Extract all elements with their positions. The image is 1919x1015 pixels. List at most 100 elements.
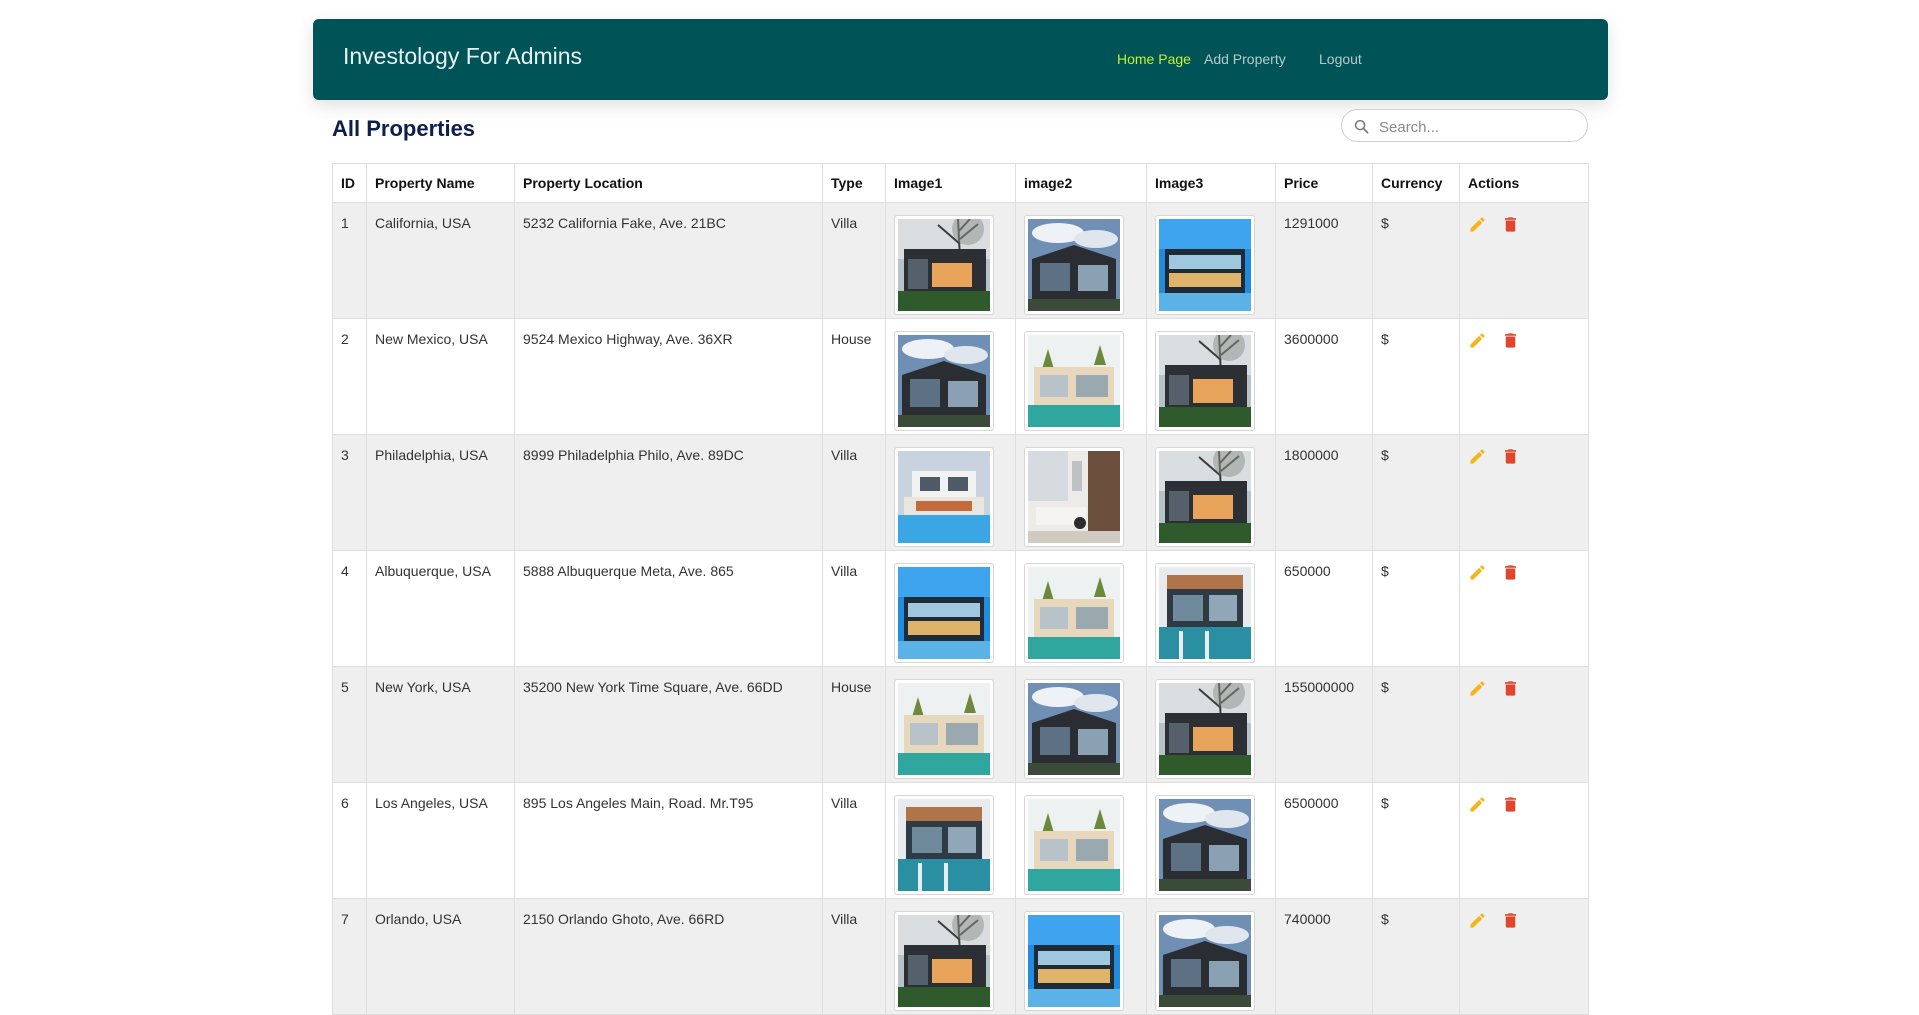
house-photo-icon: [1159, 451, 1251, 543]
property-image-thumbnail[interactable]: [1024, 911, 1124, 1011]
delete-trash-icon[interactable]: [1501, 447, 1520, 466]
delete-trash-icon[interactable]: [1501, 679, 1520, 698]
cell-type: Villa: [822, 550, 886, 667]
cell-property-location: 9524 Mexico Highway, Ave. 36XR: [514, 318, 823, 435]
nav-add-property[interactable]: Add Property: [1204, 51, 1286, 67]
cell-currency: $: [1372, 782, 1460, 899]
brand-title[interactable]: Investology For Admins: [343, 43, 582, 70]
delete-trash-icon[interactable]: [1501, 215, 1520, 234]
cell-property-name: New York, USA: [366, 666, 515, 783]
table-row: 1 California, USA 5232 California Fake, Av…: [332, 202, 1589, 319]
house-photo-icon: [1159, 567, 1251, 659]
cell-property-name: Orlando, USA: [366, 898, 515, 1015]
cell-image2: [1015, 434, 1147, 551]
cell-property-location: 895 Los Angeles Main, Road. Mr.T95: [514, 782, 823, 899]
cell-price: 3600000: [1275, 318, 1373, 435]
property-image-thumbnail[interactable]: [894, 563, 994, 663]
search-box: [1341, 109, 1588, 142]
edit-pencil-icon[interactable]: [1468, 215, 1487, 234]
edit-pencil-icon[interactable]: [1468, 795, 1487, 814]
cell-image3: [1146, 666, 1276, 783]
property-image-thumbnail[interactable]: [1024, 563, 1124, 663]
delete-trash-icon[interactable]: [1501, 331, 1520, 350]
header-property-location: Property Location: [514, 163, 823, 203]
edit-pencil-icon[interactable]: [1468, 331, 1487, 350]
house-photo-icon: [1028, 335, 1120, 427]
cell-image1: [885, 782, 1016, 899]
property-image-thumbnail[interactable]: [894, 795, 994, 895]
cell-property-location: 35200 New York Time Square, Ave. 66DD: [514, 666, 823, 783]
delete-trash-icon[interactable]: [1501, 795, 1520, 814]
cell-type: House: [822, 318, 886, 435]
cell-currency: $: [1372, 898, 1460, 1015]
cell-price: 740000: [1275, 898, 1373, 1015]
cell-property-location: 5888 Albuquerque Meta, Ave. 865: [514, 550, 823, 667]
nav-logout[interactable]: Logout: [1319, 51, 1362, 67]
property-image-thumbnail[interactable]: [1155, 447, 1255, 547]
delete-trash-icon[interactable]: [1501, 911, 1520, 930]
header-currency: Currency: [1372, 163, 1460, 203]
property-image-thumbnail[interactable]: [1155, 215, 1255, 315]
cell-image3: [1146, 434, 1276, 551]
property-image-thumbnail[interactable]: [1024, 447, 1124, 547]
property-image-thumbnail[interactable]: [894, 447, 994, 547]
cell-price: 155000000: [1275, 666, 1373, 783]
house-photo-icon: [898, 219, 990, 311]
table-row: 2 New Mexico, USA 9524 Mexico Highway, Ave…: [332, 318, 1589, 435]
house-photo-icon: [898, 915, 990, 1007]
cell-image3: [1146, 202, 1276, 319]
property-image-thumbnail[interactable]: [1155, 911, 1255, 1011]
cell-price: 650000: [1275, 550, 1373, 667]
cell-image3: [1146, 898, 1276, 1015]
table-row: 6 Los Angeles, USA 895 Los Angeles Main, R…: [332, 782, 1589, 899]
property-image-thumbnail[interactable]: [1155, 679, 1255, 779]
cell-currency: $: [1372, 434, 1460, 551]
search-icon: [1354, 119, 1369, 134]
cell-id: 6: [332, 782, 367, 899]
property-image-thumbnail[interactable]: [894, 679, 994, 779]
cell-price: 1800000: [1275, 434, 1373, 551]
nav-home-page[interactable]: Home Page: [1117, 51, 1191, 67]
cell-id: 1: [332, 202, 367, 319]
delete-trash-icon[interactable]: [1501, 563, 1520, 582]
property-image-thumbnail[interactable]: [1155, 795, 1255, 895]
house-photo-icon: [1028, 915, 1120, 1007]
edit-pencil-icon[interactable]: [1468, 679, 1487, 698]
cell-actions: [1459, 782, 1589, 899]
property-image-thumbnail[interactable]: [894, 911, 994, 1011]
cell-actions: [1459, 318, 1589, 435]
house-photo-icon: [898, 451, 990, 543]
house-photo-icon: [898, 567, 990, 659]
house-photo-icon: [1159, 799, 1251, 891]
cell-image2: [1015, 782, 1147, 899]
property-image-thumbnail[interactable]: [1024, 331, 1124, 431]
cell-price: 6500000: [1275, 782, 1373, 899]
cell-image1: [885, 318, 1016, 435]
property-image-thumbnail[interactable]: [894, 215, 994, 315]
property-image-thumbnail[interactable]: [1155, 563, 1255, 663]
cell-image1: [885, 550, 1016, 667]
edit-pencil-icon[interactable]: [1468, 563, 1487, 582]
cell-image2: [1015, 550, 1147, 667]
property-image-thumbnail[interactable]: [894, 331, 994, 431]
cell-property-location: 8999 Philadelphia Philo, Ave. 89DC: [514, 434, 823, 551]
properties-table: ID Property Name Property Location Type …: [332, 163, 1589, 1015]
cell-image2: [1015, 898, 1147, 1015]
property-image-thumbnail[interactable]: [1024, 679, 1124, 779]
cell-image1: [885, 666, 1016, 783]
cell-price: 1291000: [1275, 202, 1373, 319]
edit-pencil-icon[interactable]: [1468, 447, 1487, 466]
search-input[interactable]: [1377, 115, 1581, 139]
house-photo-icon: [1159, 915, 1251, 1007]
cell-id: 7: [332, 898, 367, 1015]
property-image-thumbnail[interactable]: [1024, 795, 1124, 895]
cell-image2: [1015, 318, 1147, 435]
house-photo-icon: [1028, 219, 1120, 311]
cell-currency: $: [1372, 550, 1460, 667]
header-property-name: Property Name: [366, 163, 515, 203]
cell-property-name: Philadelphia, USA: [366, 434, 515, 551]
property-image-thumbnail[interactable]: [1155, 331, 1255, 431]
property-image-thumbnail[interactable]: [1024, 215, 1124, 315]
edit-pencil-icon[interactable]: [1468, 911, 1487, 930]
cell-image3: [1146, 550, 1276, 667]
